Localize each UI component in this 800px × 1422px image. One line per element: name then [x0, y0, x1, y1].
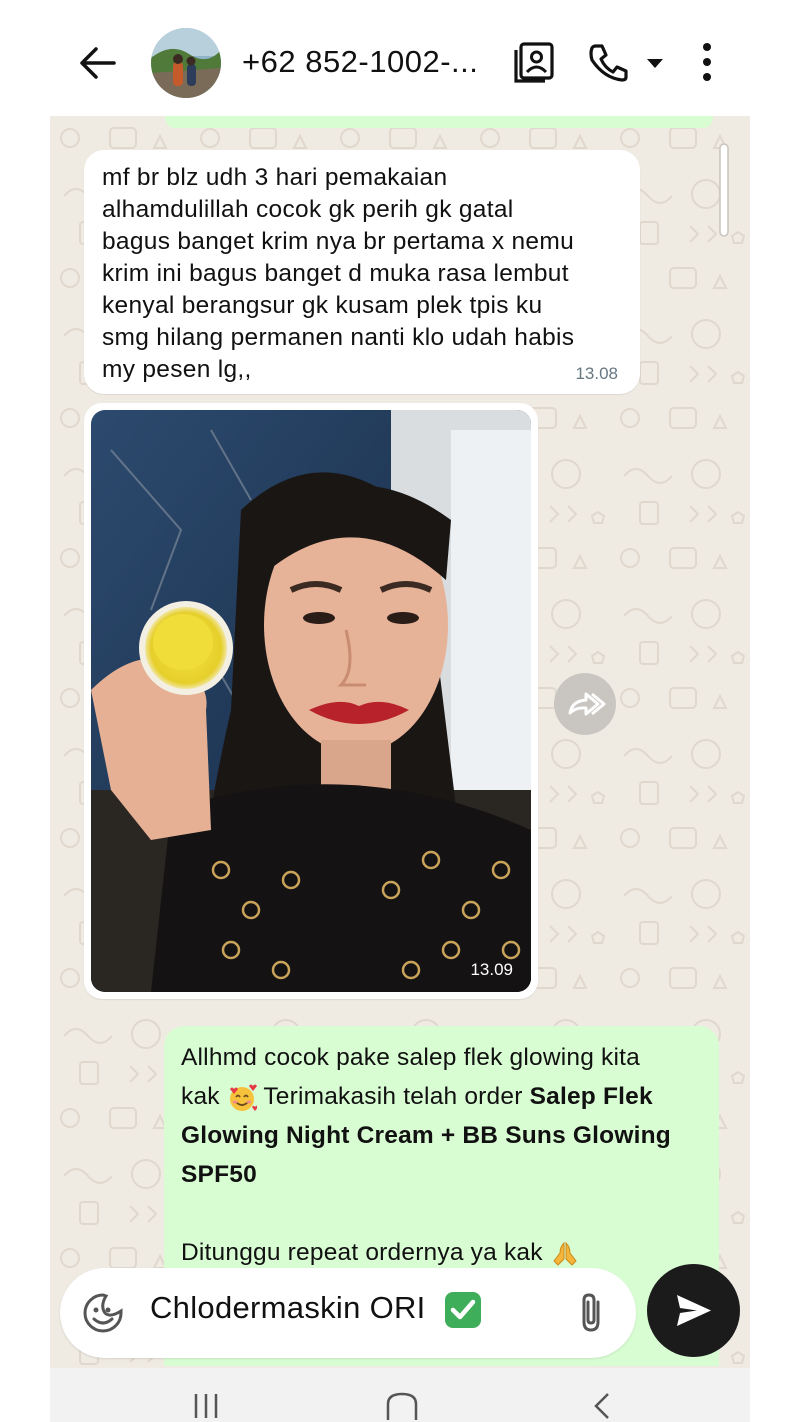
sticker-icon[interactable] [82, 1292, 124, 1334]
attachment-icon[interactable] [574, 1290, 610, 1336]
check-mark-button-icon [444, 1292, 481, 1328]
previous-outgoing-bubble-edge [165, 116, 713, 128]
recent-apps-icon[interactable] [188, 1390, 224, 1420]
back-arrow-icon [80, 47, 116, 79]
message-input-text: Chlodermaskin ORI [150, 1290, 426, 1326]
incoming-message-time: 13.08 [575, 364, 618, 383]
contact-card-button[interactable] [512, 38, 556, 86]
contact-name[interactable]: +62 852-1002-... [242, 44, 478, 80]
more-options-button[interactable] [688, 38, 726, 86]
chat-header: +62 852-1002-... [0, 0, 800, 118]
incoming-image-bubble[interactable]: 13.09 [84, 403, 538, 999]
more-vertical-icon [703, 43, 711, 81]
message-composer[interactable]: Chlodermaskin ORI [60, 1268, 636, 1358]
contact-avatar[interactable] [151, 28, 221, 98]
image-message-time: 13.09 [470, 960, 513, 979]
system-navigation-bar [50, 1368, 750, 1422]
contact-card-icon [514, 42, 554, 83]
outgoing-line-2-text: Terimakasih telah order [256, 1083, 530, 1110]
smiling-face-with-hearts-icon [229, 1084, 257, 1111]
call-options-dropdown[interactable] [640, 38, 670, 86]
outgoing-message-text: Allhmd cocok pake salep flek glowing kit… [181, 1038, 706, 1272]
customer-photo[interactable]: 13.09 [91, 410, 531, 992]
incoming-message-text: mf br blz udh 3 hari pemakaian alhamduli… [102, 164, 575, 383]
voice-call-button[interactable] [586, 38, 630, 86]
back-button[interactable] [74, 40, 120, 86]
outgoing-closing-text: Ditunggu repeat ordernya ya kak [181, 1239, 543, 1266]
forward-button[interactable] [554, 673, 616, 735]
folded-hands-icon [553, 1241, 577, 1266]
dropdown-caret-icon [647, 59, 663, 68]
back-nav-icon[interactable] [584, 1390, 620, 1420]
message-input[interactable]: Chlodermaskin ORI [150, 1290, 483, 1330]
send-icon [677, 1295, 711, 1326]
phone-icon [589, 44, 628, 82]
forward-icon [568, 692, 606, 716]
send-button[interactable] [647, 1264, 740, 1357]
outgoing-line-1: Allhmd cocok pake salep flek glowing kit… [181, 1044, 640, 1071]
incoming-message-bubble[interactable]: mf br blz udh 3 hari pemakaian alhamduli… [84, 150, 640, 394]
home-icon[interactable] [384, 1390, 420, 1420]
outgoing-line-2-prefix: kak [181, 1083, 220, 1110]
chat-area[interactable]: mf br blz udh 3 hari pemakaian alhamduli… [50, 116, 750, 1368]
